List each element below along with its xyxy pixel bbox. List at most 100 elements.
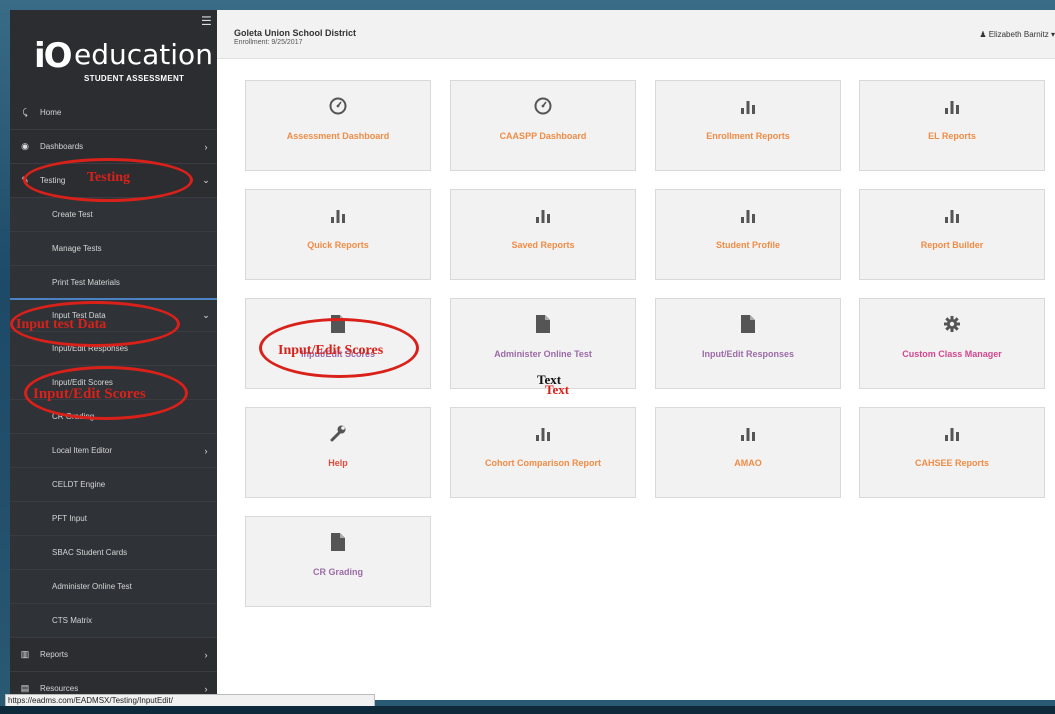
tile-label: Saved Reports (511, 240, 575, 250)
sidebar-item-label: Create Test (52, 210, 93, 219)
bar-chart-icon (451, 204, 635, 226)
tile-report-builder[interactable]: Report Builder (859, 189, 1045, 280)
tile-enrollment-reports[interactable]: Enrollment Reports (655, 80, 841, 171)
district-name: Goleta Union School District (234, 28, 357, 38)
tile-label: AMAO (734, 458, 762, 468)
sidebar-item-celdt-engine[interactable]: CELDT Engine (10, 468, 217, 502)
bar-chart-icon (656, 422, 840, 444)
chevron-right-icon: › (204, 445, 208, 456)
tile-custom-class-manager[interactable]: Custom Class Manager (859, 298, 1045, 389)
sidebar-item-label: Dashboards (40, 142, 84, 151)
bar-chart-icon: ▥ (20, 649, 30, 659)
sidebar-item-print-test-materials[interactable]: Print Test Materials (10, 266, 217, 300)
annotation-text-red: Text (545, 382, 570, 397)
chevron-down-icon: ⌄ (202, 310, 210, 320)
tile-cohort-comparison-report[interactable]: Cohort Comparison Report (450, 407, 636, 498)
tile-label: CAHSEE Reports (914, 458, 989, 468)
tile-label: Help (328, 458, 348, 468)
dashboard-icon: ◉ (21, 141, 29, 151)
document-icon (656, 313, 840, 335)
chevron-right-icon: › (204, 683, 208, 694)
sidebar-item-label: Local Item Editor (52, 446, 113, 455)
logo[interactable]: iO education STUDENT ASSESSMENT ☰ (10, 10, 217, 94)
sidebar-item-reports[interactable]: ▥ Reports › (10, 638, 217, 672)
tile-quick-reports[interactable]: Quick Reports (245, 189, 431, 280)
tile-label: Report Builder (920, 240, 984, 250)
tile-label: Quick Reports (307, 240, 369, 250)
bar-chart-icon (246, 204, 430, 226)
sidebar-item-label: Print Test Materials (52, 278, 120, 287)
book-icon: ▤ (20, 683, 30, 693)
sidebar-item-create-test[interactable]: Create Test (10, 198, 217, 232)
bar-chart-icon (860, 95, 1044, 117)
gauge-icon (246, 95, 430, 117)
sidebar-item-local-item-editor[interactable]: Local Item Editor › (10, 434, 217, 468)
top-bar: Goleta Union School District Enrollment:… (217, 10, 1055, 59)
tile-cr-grading[interactable]: CR Grading (245, 516, 431, 607)
sidebar-item-manage-tests[interactable]: Manage Tests (10, 232, 217, 266)
tile-label: Administer Online Test (494, 349, 592, 359)
tile-label: CR Grading (312, 567, 363, 577)
tile-label: EL Reports (928, 131, 976, 141)
sidebar-item-administer-online-test[interactable]: Administer Online Test (10, 570, 217, 604)
tile-label: CAASPP Dashboard (499, 131, 587, 141)
sidebar-item-label: Administer Online Test (52, 582, 132, 591)
annotation-text-input-test-data: Input test Data (16, 317, 107, 332)
tile-help[interactable]: Help (245, 407, 431, 498)
gauge-icon (451, 95, 635, 117)
logo-mark: iO (34, 36, 73, 76)
enrollment-date: Enrollment: 9/25/2017 (234, 39, 303, 46)
sidebar-item-label: CTS Matrix (52, 616, 92, 625)
logo-subtitle: STUDENT ASSESSMENT (84, 74, 185, 83)
sidebar-item-label: SBAC Student Cards (52, 548, 128, 557)
user-name: Elizabeth Barnitz ▾ (988, 30, 1055, 39)
sidebar-item-label: Resources (40, 684, 79, 693)
home-icon: ⤹ (22, 107, 28, 117)
annotation-text-input-edit-scores-sidebar: Input/Edit Scores (33, 386, 146, 402)
tile-label: Cohort Comparison Report (485, 458, 601, 468)
sidebar-item-label: CELDT Engine (52, 480, 106, 489)
chevron-down-icon: ⌄ (202, 175, 210, 185)
document-icon (246, 531, 430, 553)
user-icon: ♟ (979, 30, 987, 39)
logo-text: education (74, 38, 213, 71)
chevron-right-icon: › (204, 141, 208, 152)
document-icon (451, 313, 635, 335)
bar-chart-icon (860, 204, 1044, 226)
sidebar-item-label: Home (40, 108, 62, 117)
sidebar-item-cts-matrix[interactable]: CTS Matrix (10, 604, 217, 638)
annotation-text-testing: Testing (87, 170, 131, 185)
tile-amao[interactable]: AMAO (655, 407, 841, 498)
tile-assessment-dashboard[interactable]: Assessment Dashboard (245, 80, 431, 171)
desktop-strip (0, 706, 1055, 714)
tile-label: Student Profile (715, 240, 780, 250)
annotation-text-input-edit-scores-tile: Input/Edit Scores (278, 343, 384, 358)
tile-label: Enrollment Reports (706, 131, 790, 141)
wrench-icon (246, 422, 430, 444)
sidebar-item-sbac-student-cards[interactable]: SBAC Student Cards (10, 536, 217, 570)
tile-student-profile[interactable]: Student Profile (655, 189, 841, 280)
tile-label: Assessment Dashboard (286, 131, 390, 141)
sidebar-item-home[interactable]: ⤹ Home (10, 96, 217, 130)
app-window: iO education STUDENT ASSESSMENT ☰ ⤹ Home… (0, 0, 1055, 714)
gear-icon (860, 313, 1044, 335)
tile-label: Input/Edit Responses (701, 349, 794, 359)
sidebar-item-label: Manage Tests (52, 244, 102, 253)
bar-chart-icon (860, 422, 1044, 444)
user-menu[interactable]: ♟ Elizabeth Barnitz ▾ (979, 30, 1055, 39)
tile-label: Custom Class Manager (902, 349, 1002, 359)
tile-cahsee-reports[interactable]: CAHSEE Reports (859, 407, 1045, 498)
bar-chart-icon (656, 204, 840, 226)
tile-input-edit-responses[interactable]: Input/Edit Responses (655, 298, 841, 389)
bar-chart-icon (656, 95, 840, 117)
sidebar: iO education STUDENT ASSESSMENT ☰ ⤹ Home… (10, 10, 217, 700)
sidebar-item-label: Reports (40, 650, 69, 659)
bar-chart-icon (451, 422, 635, 444)
sidebar-item-pft-input[interactable]: PFT Input (10, 502, 217, 536)
hamburger-icon[interactable]: ☰ (201, 14, 212, 28)
tile-caaspp-dashboard[interactable]: CAASPP Dashboard (450, 80, 636, 171)
tile-el-reports[interactable]: EL Reports (859, 80, 1045, 171)
tile-saved-reports[interactable]: Saved Reports (450, 189, 636, 280)
chevron-right-icon: › (204, 649, 208, 660)
sidebar-item-label: PFT Input (52, 514, 87, 523)
